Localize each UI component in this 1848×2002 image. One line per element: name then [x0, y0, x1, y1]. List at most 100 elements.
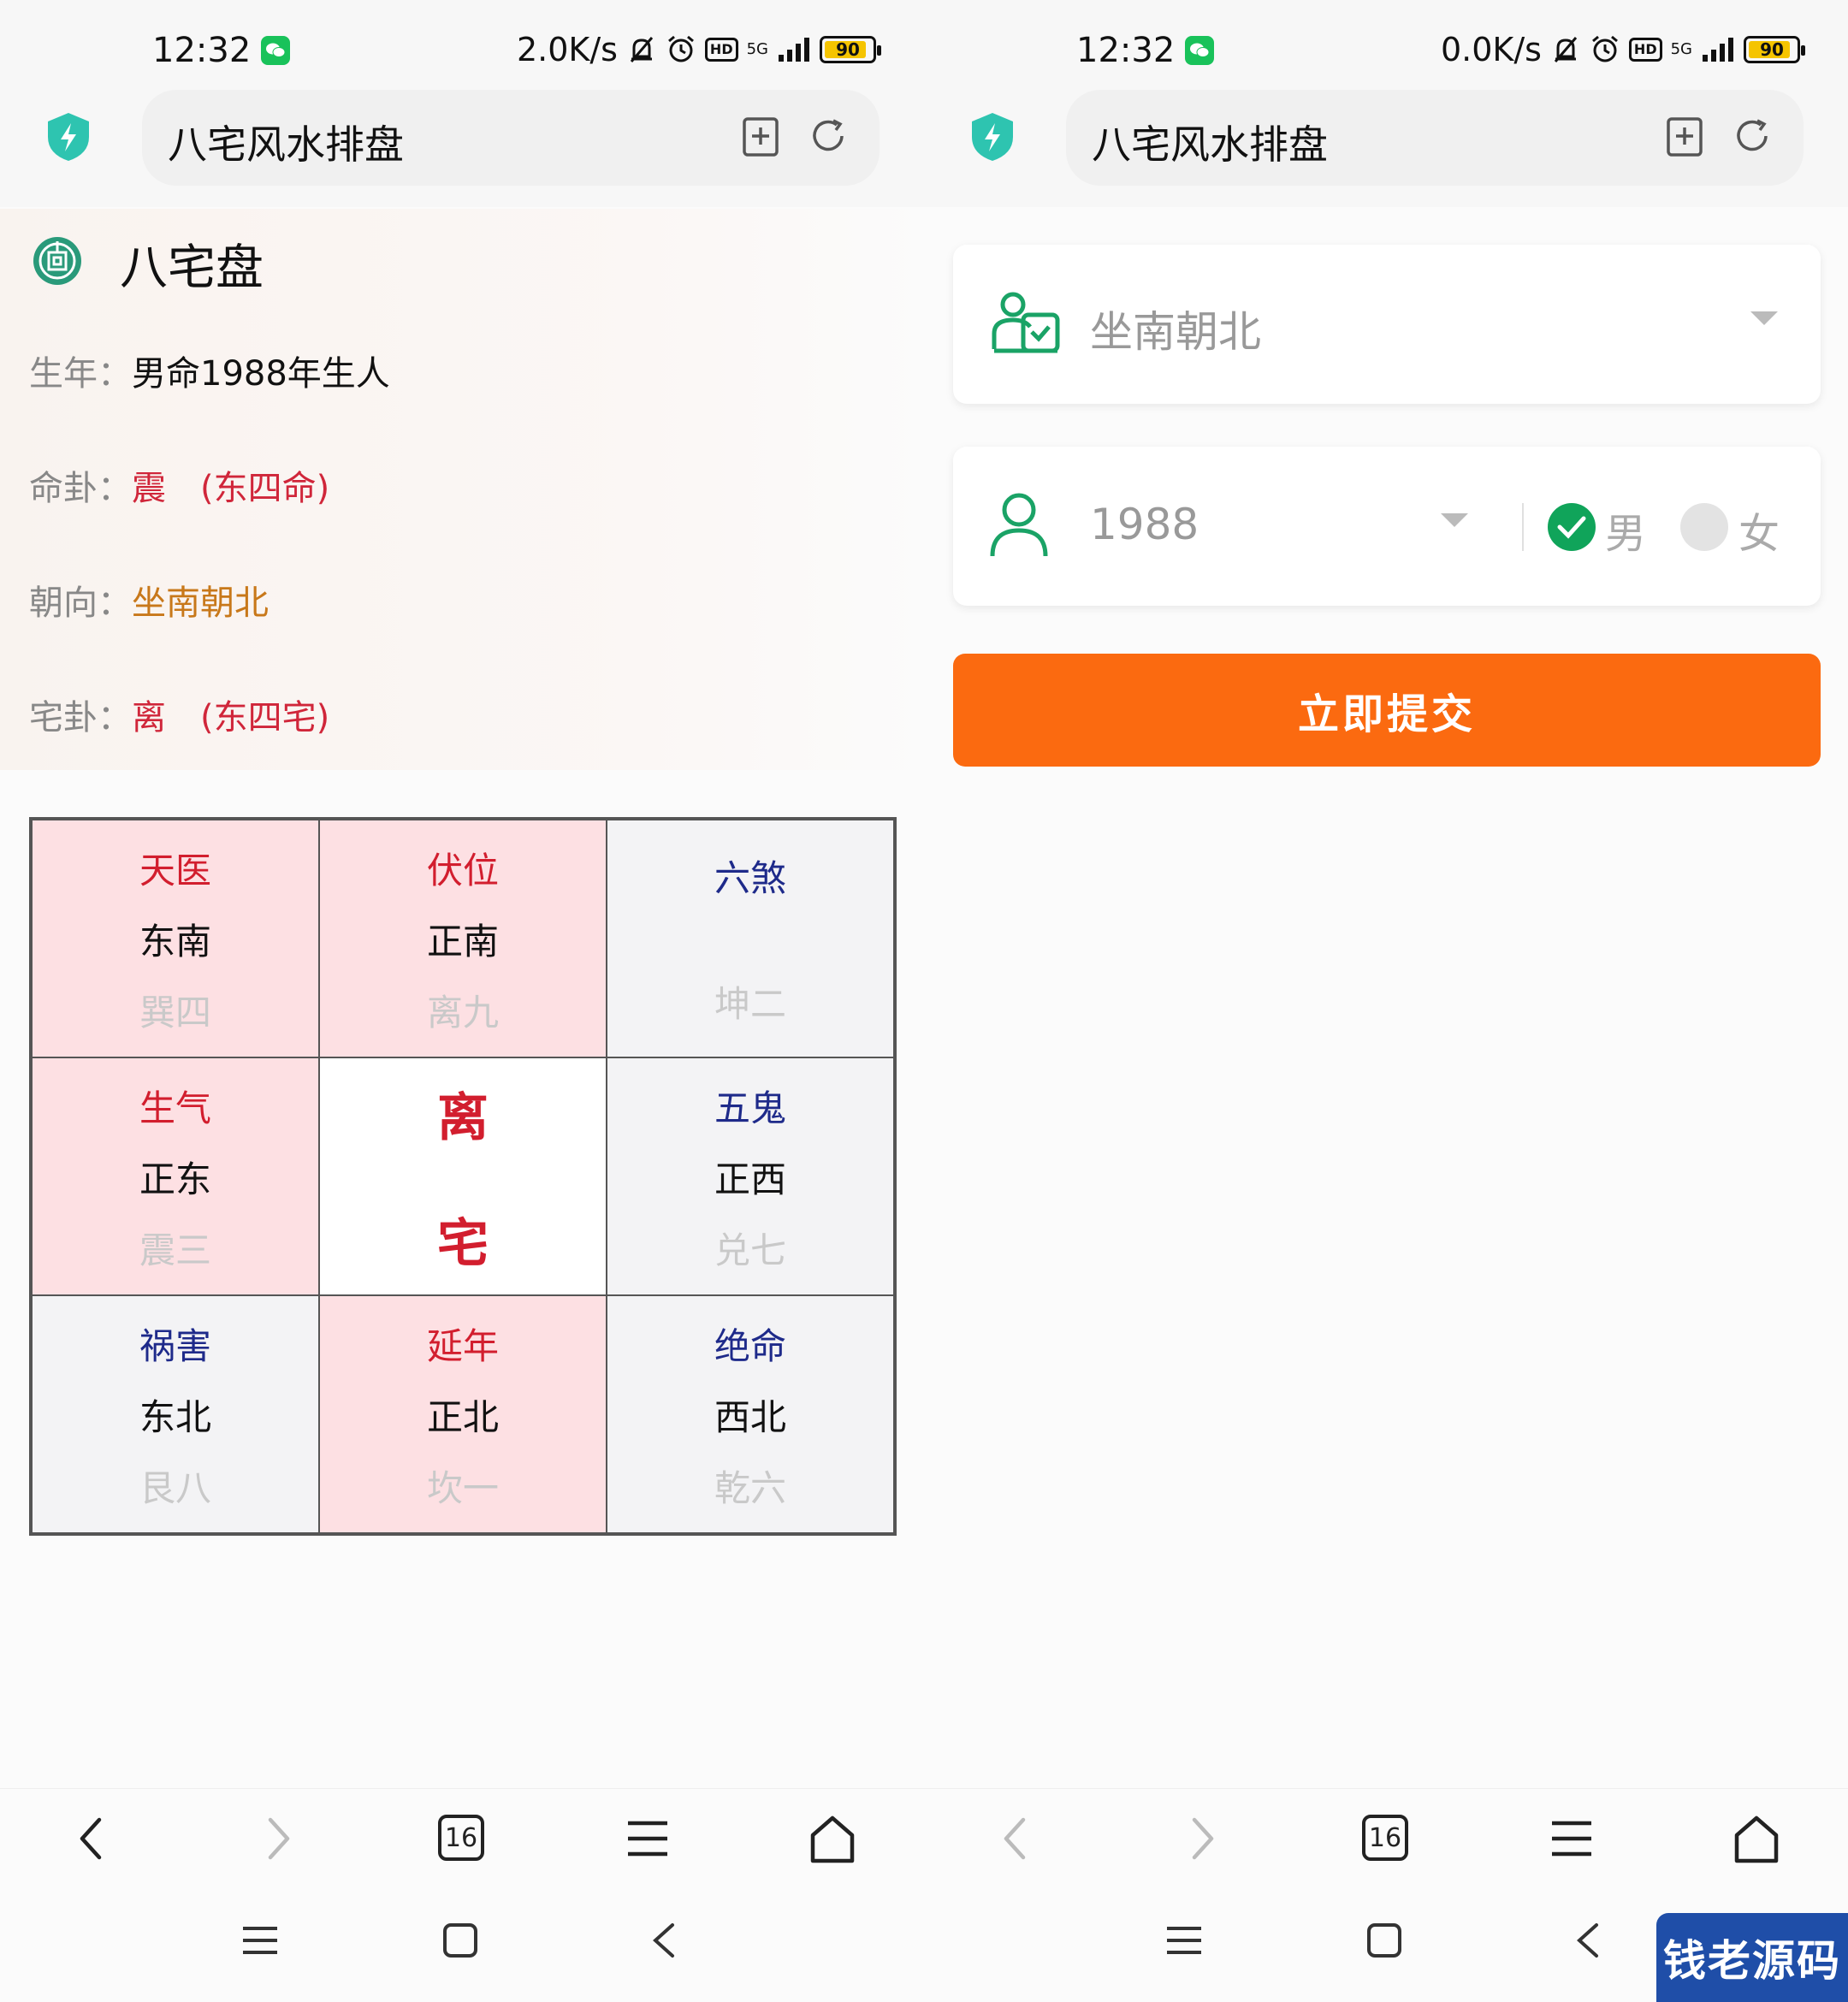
cell-gua: 巽四 — [139, 991, 211, 1034]
life-gua-row: 命卦：震 (东四命) — [29, 469, 330, 508]
grid-cell-northwest: 绝命 西北 乾六 — [607, 1295, 894, 1533]
tabs-button[interactable]: 16 — [438, 1815, 484, 1861]
home-icon[interactable] — [809, 1815, 856, 1864]
status-bar: 12:32 0.0K/s HD 5G 90 — [924, 0, 1848, 98]
wechat-icon — [261, 36, 291, 65]
home-icon[interactable] — [1733, 1815, 1780, 1864]
bookmark-add-icon[interactable] — [741, 116, 780, 158]
system-home-icon[interactable] — [441, 1922, 479, 1959]
submit-button[interactable]: 立即提交 — [953, 654, 1821, 767]
status-time: 12:32 — [152, 31, 252, 70]
cell-star: 绝命 — [714, 1324, 786, 1367]
mute-bell-icon — [630, 37, 654, 62]
battery-level: 90 — [836, 39, 860, 60]
left-screen: 12:32 2.0K/s HD 5G 90 八宅风水排盘 八宅盘 生年：男命19… — [0, 0, 924, 2002]
cell-gua: 坎一 — [426, 1466, 499, 1509]
back-icon[interactable] — [998, 1815, 1032, 1863]
browser-toolbar: 16 — [0, 1788, 924, 1889]
gender-female-radio[interactable] — [1680, 503, 1728, 551]
network-speed: 0.0K/s — [1440, 31, 1542, 68]
year-select[interactable]: 1988 — [1090, 500, 1199, 549]
grid-cell-center: 离 宅 — [319, 1057, 607, 1295]
status-time: 12:32 — [1076, 31, 1176, 70]
shield-icon[interactable] — [968, 111, 1016, 163]
recents-icon[interactable] — [241, 1922, 279, 1959]
cell-gua: 艮八 — [139, 1466, 211, 1509]
address-bar: 八宅风水排盘 — [0, 86, 924, 207]
page-title: 八宅风水排盘 — [168, 121, 404, 168]
url-box[interactable]: 八宅风水排盘 — [1066, 90, 1804, 186]
menu-icon[interactable] — [1550, 1815, 1593, 1863]
cell-direction: 西北 — [714, 1395, 786, 1438]
bazhai-info-card: 八宅盘 生年：男命1988年生人 命卦：震 (东四命) 朝向：坐南朝北 宅卦：离… — [0, 209, 924, 770]
cell-star: 伏位 — [426, 849, 499, 891]
cell-star: 祸害 — [139, 1324, 211, 1367]
cell-direction: 正西 — [714, 1158, 786, 1200]
cell-gua: 乾六 — [714, 1466, 786, 1509]
system-home-icon[interactable] — [1365, 1922, 1403, 1959]
tabs-button[interactable]: 16 — [1362, 1815, 1408, 1861]
cell-gua: 震三 — [139, 1229, 211, 1271]
year-chevron-down-icon[interactable] — [1441, 513, 1468, 527]
alarm-icon — [667, 35, 694, 62]
gender-male-radio[interactable] — [1548, 503, 1596, 551]
status-bar: 12:32 2.0K/s HD 5G 90 — [0, 0, 924, 98]
menu-icon[interactable] — [626, 1815, 669, 1863]
grid-cell-northeast: 祸害 东北 艮八 — [32, 1295, 319, 1533]
orientation-select[interactable]: 坐南朝北 — [953, 245, 1821, 404]
grid-cell-southwest: 六煞 坤二 — [607, 820, 894, 1057]
orientation-row: 朝向：坐南朝北 — [29, 583, 269, 623]
gender-male-label[interactable]: 男 — [1605, 500, 1646, 560]
cell-direction: 正南 — [426, 920, 499, 962]
life-gua-value: 震 (东四命) — [132, 469, 330, 508]
system-back-icon[interactable] — [649, 1922, 679, 1959]
birth-year-row: 生年：男命1988年生人 — [29, 354, 390, 394]
cell-star: 六煞 — [714, 857, 786, 899]
right-screen: 12:32 0.0K/s HD 5G 90 八宅风水排盘 坐南朝北 1988 男… — [924, 0, 1848, 2002]
forward-icon[interactable] — [1186, 1815, 1220, 1863]
browser-toolbar: 16 — [924, 1788, 1848, 1889]
page-title: 八宅风水排盘 — [1092, 121, 1328, 168]
center-bottom: 宅 — [437, 1214, 489, 1274]
wechat-icon — [1185, 36, 1215, 65]
house-gua-value: 离 (东四宅) — [132, 698, 330, 737]
refresh-icon[interactable] — [1732, 116, 1773, 157]
system-back-icon[interactable] — [1573, 1922, 1603, 1959]
cell-gua: 兑七 — [714, 1229, 786, 1271]
bagua-logo-icon — [33, 237, 81, 285]
recents-icon[interactable] — [1165, 1922, 1203, 1959]
tabs-count: 16 — [1368, 1822, 1402, 1853]
network-type: 5G — [1670, 40, 1692, 58]
grid-cell-southeast: 天医 东南 巽四 — [32, 820, 319, 1057]
refresh-icon[interactable] — [808, 116, 849, 157]
hd-badge: HD — [704, 38, 738, 62]
birth-year-value: 男命1988年生人 — [132, 354, 390, 394]
gender-female-label[interactable]: 女 — [1738, 500, 1780, 560]
battery-level: 90 — [1760, 39, 1784, 60]
watermark-text: 钱老源码 — [1663, 1936, 1841, 1986]
mute-bell-icon — [1554, 37, 1578, 62]
forward-icon[interactable] — [262, 1815, 296, 1863]
year-gender-field: 1988 男 女 — [953, 447, 1821, 606]
cell-star: 五鬼 — [714, 1087, 786, 1129]
shield-icon[interactable] — [44, 111, 92, 163]
network-type: 5G — [746, 40, 768, 58]
grid-cell-west: 五鬼 正西 兑七 — [607, 1057, 894, 1295]
bookmark-add-icon[interactable] — [1665, 116, 1704, 158]
cell-direction: 东南 — [139, 920, 211, 962]
check-icon — [1557, 516, 1586, 539]
user-icon — [990, 493, 1048, 557]
cell-direction: 正北 — [426, 1395, 499, 1438]
cell-star: 生气 — [139, 1087, 211, 1129]
alarm-icon — [1591, 35, 1618, 62]
house-person-icon — [992, 292, 1060, 353]
back-icon[interactable] — [74, 1815, 108, 1863]
signal-icon — [779, 38, 809, 62]
center-top: 离 — [437, 1088, 489, 1148]
cell-direction: 正东 — [139, 1158, 211, 1200]
url-box[interactable]: 八宅风水排盘 — [142, 90, 880, 186]
battery-icon: 90 — [1744, 36, 1805, 63]
network-speed: 2.0K/s — [516, 31, 618, 68]
cell-star: 天医 — [139, 849, 211, 891]
system-navbar — [0, 1889, 924, 2002]
